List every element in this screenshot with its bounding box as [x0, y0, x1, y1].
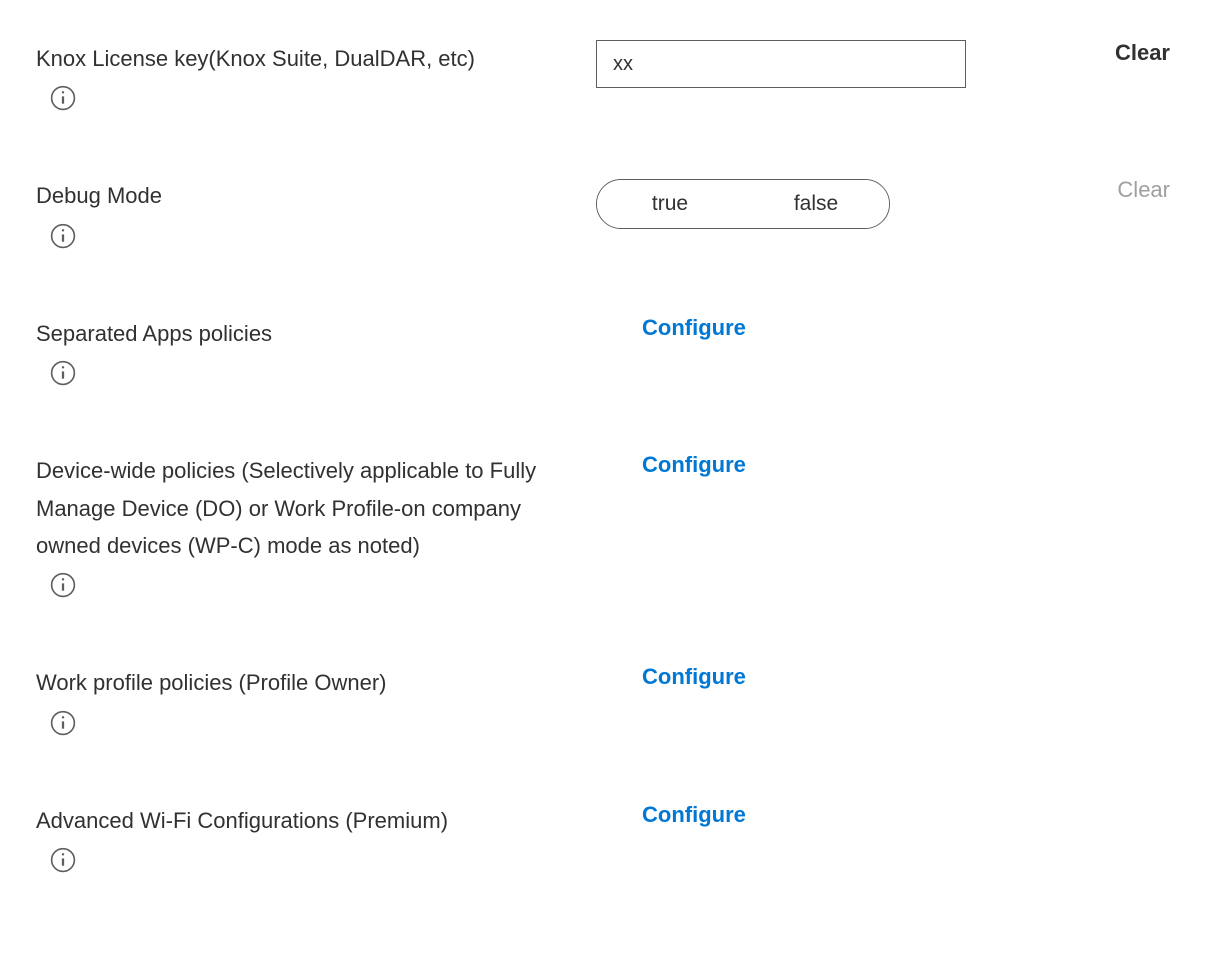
label-col: Work profile policies (Profile Owner)	[36, 664, 596, 741]
knox-license-label: Knox License key(Knox Suite, DualDAR, et…	[36, 40, 566, 77]
control-col: Configure	[596, 664, 1016, 690]
label-col: Device-wide policies (Selectively applic…	[36, 452, 596, 604]
configure-link[interactable]: Configure	[642, 664, 746, 690]
configure-link[interactable]: Configure	[642, 315, 746, 341]
form-row-work-profile: Work profile policies (Profile Owner) Co…	[36, 664, 1178, 741]
debug-mode-toggle: true false	[596, 179, 890, 229]
info-icon[interactable]	[50, 572, 76, 598]
clear-disabled: Clear	[1117, 177, 1170, 202]
control-col	[596, 40, 1016, 88]
control-col: true false	[596, 177, 1016, 229]
action-col: Clear	[1016, 40, 1178, 66]
label-col: Knox License key(Knox Suite, DualDAR, et…	[36, 40, 596, 117]
action-col: Clear	[1016, 177, 1178, 203]
control-col: Configure	[596, 315, 1016, 341]
label-col: Debug Mode	[36, 177, 596, 254]
clear-button[interactable]: Clear	[1115, 40, 1170, 65]
info-icon[interactable]	[50, 223, 76, 249]
info-icon[interactable]	[50, 710, 76, 736]
configure-link[interactable]: Configure	[642, 802, 746, 828]
toggle-true[interactable]: true	[597, 180, 743, 228]
label-col: Separated Apps policies	[36, 315, 596, 392]
form-row-device-wide: Device-wide policies (Selectively applic…	[36, 452, 1178, 604]
form-row-advanced-wifi: Advanced Wi-Fi Configurations (Premium) …	[36, 802, 1178, 879]
info-icon[interactable]	[50, 360, 76, 386]
label-col: Advanced Wi-Fi Configurations (Premium)	[36, 802, 596, 879]
advanced-wifi-label: Advanced Wi-Fi Configurations (Premium)	[36, 802, 566, 839]
control-col: Configure	[596, 802, 1016, 828]
separated-apps-label: Separated Apps policies	[36, 315, 566, 352]
form-row-knox-license: Knox License key(Knox Suite, DualDAR, et…	[36, 40, 1178, 117]
control-col: Configure	[596, 452, 1016, 478]
configure-link[interactable]: Configure	[642, 452, 746, 478]
info-icon[interactable]	[50, 85, 76, 111]
debug-mode-label: Debug Mode	[36, 177, 566, 214]
info-icon[interactable]	[50, 847, 76, 873]
form-row-debug-mode: Debug Mode true false Clear	[36, 177, 1178, 254]
device-wide-label: Device-wide policies (Selectively applic…	[36, 452, 566, 564]
toggle-false[interactable]: false	[743, 180, 889, 228]
work-profile-label: Work profile policies (Profile Owner)	[36, 664, 566, 701]
form-row-separated-apps: Separated Apps policies Configure	[36, 315, 1178, 392]
knox-license-input[interactable]	[596, 40, 966, 88]
